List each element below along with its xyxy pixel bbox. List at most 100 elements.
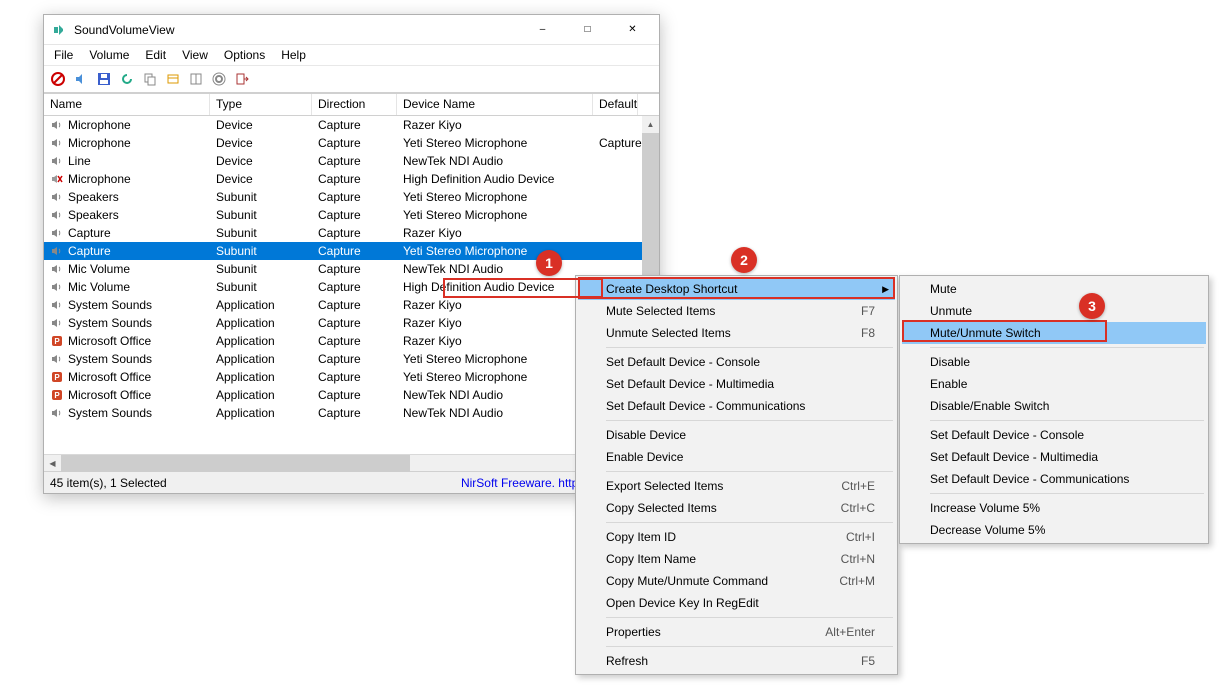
menu-item-refresh[interactable]: RefreshF5 (578, 650, 895, 672)
menu-item-enable-device[interactable]: Enable Device (578, 446, 895, 468)
cell-name: Capture (68, 244, 111, 258)
cell-type: Device (210, 154, 312, 168)
menu-item-set-default-device-communications[interactable]: Set Default Device - Communications (578, 395, 895, 417)
scroll-left-arrow-icon[interactable]: ◀ (44, 455, 61, 472)
menu-item-copy-item-id[interactable]: Copy Item IDCtrl+I (578, 526, 895, 548)
table-row[interactable]: System SoundsApplicationCaptureNewTek ND… (44, 404, 659, 422)
column-name[interactable]: Name (44, 94, 210, 115)
menu-item-mute-unmute-switch[interactable]: Mute/Unmute Switch (902, 322, 1206, 344)
menu-edit[interactable]: Edit (137, 46, 174, 64)
menu-item-decrease-volume-5-[interactable]: Decrease Volume 5% (902, 519, 1206, 541)
table-row[interactable]: System SoundsApplicationCaptureYeti Ster… (44, 350, 659, 368)
cell-device: Yeti Stereo Microphone (397, 370, 593, 384)
cell-name: System Sounds (68, 298, 152, 312)
menu-item-label: Enable (930, 377, 967, 391)
menu-item-label: Decrease Volume 5% (930, 523, 1045, 537)
ppt-icon: P (50, 388, 64, 402)
exit-icon[interactable] (232, 69, 252, 89)
save-icon[interactable] (94, 69, 114, 89)
close-button[interactable]: ✕ (610, 15, 655, 44)
unmute-speaker-icon[interactable] (71, 69, 91, 89)
menu-options[interactable]: Options (216, 46, 273, 64)
maximize-button[interactable]: □ (565, 15, 610, 44)
table-row[interactable]: LineDeviceCaptureNewTek NDI Audio (44, 152, 659, 170)
menu-item-set-default-device-multimedia[interactable]: Set Default Device - Multimedia (578, 373, 895, 395)
horizontal-scrollbar[interactable]: ◀ ▶ (44, 454, 659, 471)
menu-item-enable[interactable]: Enable (902, 373, 1206, 395)
table-row[interactable]: PMicrosoft OfficeApplicationCaptureNewTe… (44, 386, 659, 404)
menu-item-unmute-selected-items[interactable]: Unmute Selected ItemsF8 (578, 322, 895, 344)
menu-item-export-selected-items[interactable]: Export Selected ItemsCtrl+E (578, 475, 895, 497)
menu-item-mute[interactable]: Mute (902, 278, 1206, 300)
menu-item-copy-item-name[interactable]: Copy Item NameCtrl+N (578, 548, 895, 570)
cell-device: Yeti Stereo Microphone (397, 208, 593, 222)
refresh-icon[interactable] (117, 69, 137, 89)
menu-item-disable-device[interactable]: Disable Device (578, 424, 895, 446)
menu-shortcut: Ctrl+N (841, 552, 875, 566)
column-default[interactable]: Default (593, 94, 638, 115)
table-row[interactable]: System SoundsApplicationCaptureRazer Kiy… (44, 314, 659, 332)
menu-item-open-device-key-in-regedit[interactable]: Open Device Key In RegEdit (578, 592, 895, 614)
table-row[interactable]: MicrophoneDeviceCaptureYeti Stereo Micro… (44, 134, 659, 152)
menu-item-copy-selected-items[interactable]: Copy Selected ItemsCtrl+C (578, 497, 895, 519)
cell-type: Application (210, 316, 312, 330)
minimize-button[interactable]: – (520, 15, 565, 44)
scroll-up-arrow-icon[interactable]: ▲ (642, 116, 659, 133)
copy-icon[interactable] (140, 69, 160, 89)
table-row[interactable]: Mic VolumeSubunitCaptureNewTek NDI Audio (44, 260, 659, 278)
table-row[interactable]: System SoundsApplicationCaptureRazer Kiy… (44, 296, 659, 314)
cell-direction: Capture (312, 118, 397, 132)
menu-separator (606, 617, 893, 618)
menu-item-increase-volume-5-[interactable]: Increase Volume 5% (902, 497, 1206, 519)
table-row[interactable]: PMicrosoft OfficeApplicationCaptureRazer… (44, 332, 659, 350)
cell-name: Microphone (68, 136, 131, 150)
properties-icon[interactable] (163, 69, 183, 89)
speaker-icon (50, 262, 64, 276)
menu-item-disable[interactable]: Disable (902, 351, 1206, 373)
table-row[interactable]: PMicrosoft OfficeApplicationCaptureYeti … (44, 368, 659, 386)
menu-item-set-default-device-console[interactable]: Set Default Device - Console (578, 351, 895, 373)
menu-item-set-default-device-communications[interactable]: Set Default Device - Communications (902, 468, 1206, 490)
cell-type: Subunit (210, 262, 312, 276)
menu-item-set-default-device-multimedia[interactable]: Set Default Device - Multimedia (902, 446, 1206, 468)
table-row[interactable]: MicrophoneDeviceCaptureHigh Definition A… (44, 170, 659, 188)
cell-type: Device (210, 136, 312, 150)
menu-view[interactable]: View (174, 46, 216, 64)
columns-icon[interactable] (186, 69, 206, 89)
table-row[interactable]: SpeakersSubunitCaptureYeti Stereo Microp… (44, 206, 659, 224)
table-row[interactable]: MicrophoneDeviceCaptureRazer Kiyo (44, 116, 659, 134)
menu-item-label: Open Device Key In RegEdit (606, 596, 759, 610)
cell-name: System Sounds (68, 316, 152, 330)
menu-item-create-desktop-shortcut[interactable]: Create Desktop Shortcut▶ (578, 278, 895, 300)
cell-type: Application (210, 298, 312, 312)
menu-item-mute-selected-items[interactable]: Mute Selected ItemsF7 (578, 300, 895, 322)
menu-item-unmute[interactable]: Unmute (902, 300, 1206, 322)
menu-item-copy-mute-unmute-command[interactable]: Copy Mute/Unmute CommandCtrl+M (578, 570, 895, 592)
menu-file[interactable]: File (46, 46, 81, 64)
menu-item-set-default-device-console[interactable]: Set Default Device - Console (902, 424, 1206, 446)
table-row[interactable]: SpeakersSubunitCaptureYeti Stereo Microp… (44, 188, 659, 206)
ppt-icon: P (50, 370, 64, 384)
column-type[interactable]: Type (210, 94, 312, 115)
menu-item-disable-enable-switch[interactable]: Disable/Enable Switch (902, 395, 1206, 417)
table-row[interactable]: CaptureSubunitCaptureRazer Kiyo (44, 224, 659, 242)
cell-type: Application (210, 388, 312, 402)
speaker-icon (50, 136, 64, 150)
menu-item-properties[interactable]: PropertiesAlt+Enter (578, 621, 895, 643)
menu-volume[interactable]: Volume (81, 46, 137, 64)
menu-separator (606, 646, 893, 647)
menu-shortcut: Ctrl+I (846, 530, 875, 544)
menu-separator (930, 420, 1204, 421)
menu-shortcut: F8 (861, 326, 875, 340)
horizontal-scroll-thumb[interactable] (61, 455, 410, 472)
cell-type: Application (210, 406, 312, 420)
app-icon (52, 22, 68, 38)
column-device[interactable]: Device Name (397, 94, 593, 115)
table-row[interactable]: CaptureSubunitCaptureYeti Stereo Microph… (44, 242, 659, 260)
cell-name: Line (68, 154, 91, 168)
column-direction[interactable]: Direction (312, 94, 397, 115)
mute-icon[interactable] (48, 69, 68, 89)
table-row[interactable]: Mic VolumeSubunitCaptureHigh Definition … (44, 278, 659, 296)
options-icon[interactable] (209, 69, 229, 89)
menu-help[interactable]: Help (273, 46, 314, 64)
